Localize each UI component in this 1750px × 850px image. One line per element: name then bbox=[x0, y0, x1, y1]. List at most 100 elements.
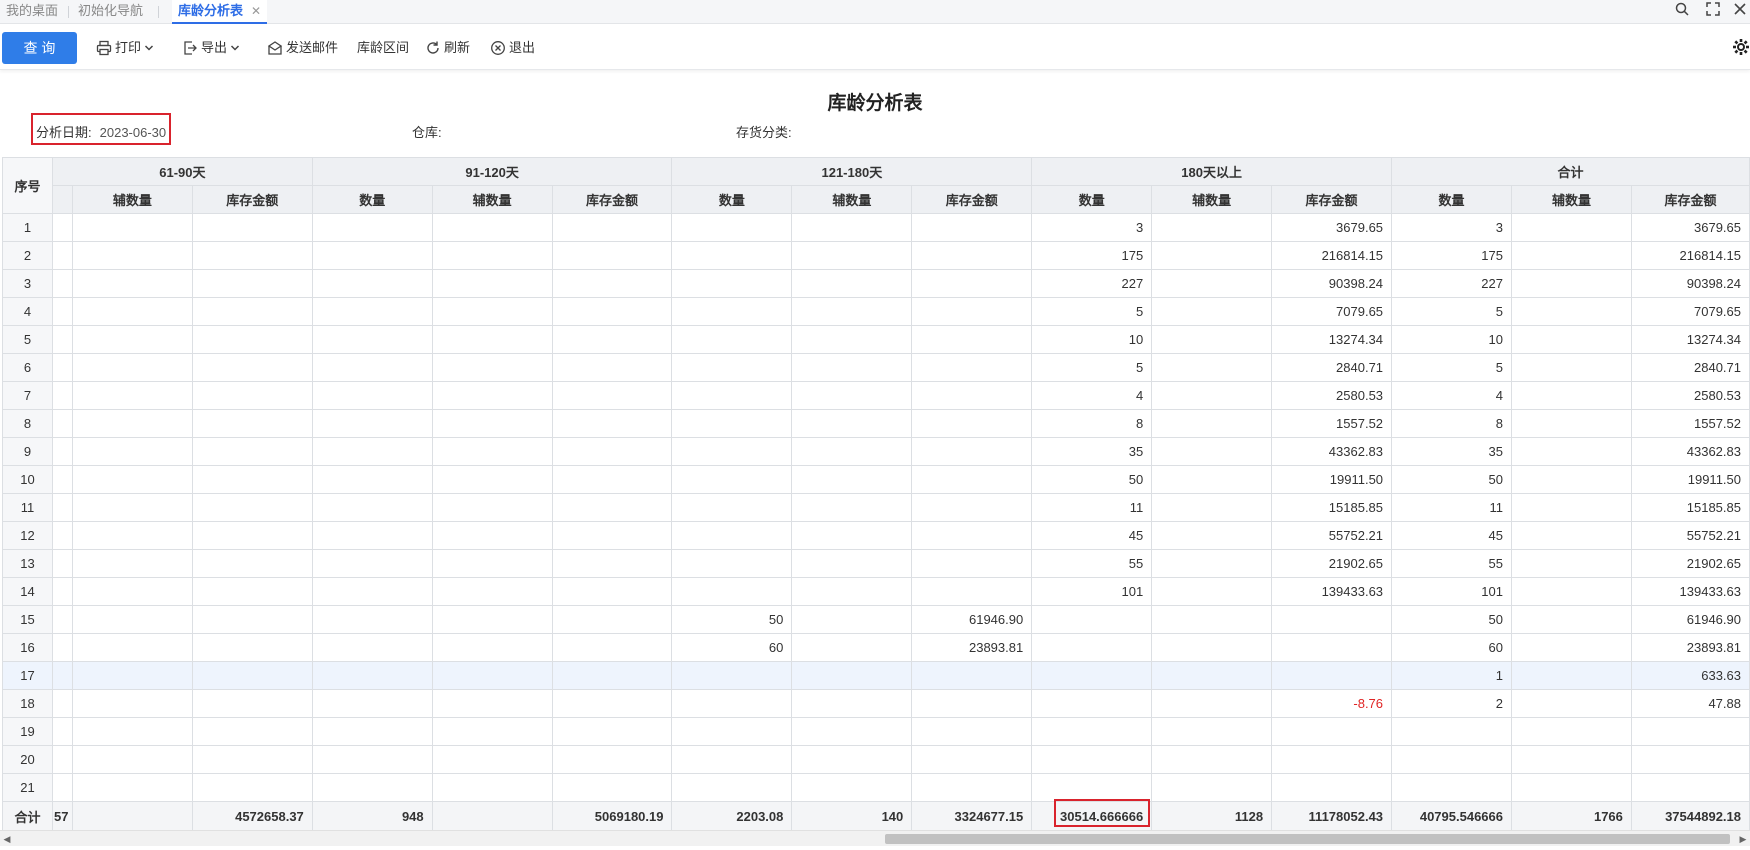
table-cell[interactable] bbox=[1511, 605, 1632, 634]
table-cell[interactable] bbox=[1151, 661, 1273, 690]
table-cell[interactable] bbox=[191, 409, 313, 438]
table-cell[interactable] bbox=[191, 493, 313, 522]
table-cell[interactable] bbox=[791, 717, 913, 746]
column-header[interactable]: 数量 bbox=[1031, 185, 1153, 214]
table-cell[interactable] bbox=[671, 661, 793, 690]
column-header[interactable]: 辅数量 bbox=[1511, 185, 1632, 214]
table-cell[interactable] bbox=[671, 297, 793, 326]
table-cell[interactable] bbox=[431, 213, 553, 242]
table-cell[interactable] bbox=[431, 633, 553, 662]
table-cell[interactable] bbox=[311, 577, 433, 606]
table-cell[interactable]: 216814.15 bbox=[1630, 241, 1750, 270]
table-cell[interactable] bbox=[551, 549, 673, 578]
table-cell[interactable] bbox=[1151, 549, 1273, 578]
table-row[interactable]: 16 60 23893.81 60 23893.81 bbox=[2, 633, 1750, 662]
table-cell[interactable] bbox=[911, 213, 1033, 242]
table-cell[interactable] bbox=[431, 521, 553, 550]
table-cell[interactable] bbox=[431, 325, 553, 354]
total-cell[interactable]: 3324677.15 bbox=[911, 801, 1033, 832]
table-cell[interactable] bbox=[671, 381, 793, 410]
table-cell[interactable]: 5 bbox=[1391, 297, 1512, 326]
table-cell[interactable] bbox=[1151, 717, 1273, 746]
total-cell[interactable]: 948 bbox=[311, 801, 433, 832]
table-cell[interactable] bbox=[311, 241, 433, 270]
table-cell[interactable] bbox=[191, 241, 313, 270]
table-cell[interactable]: 19911.50 bbox=[1630, 465, 1750, 494]
table-cell[interactable]: 227 bbox=[1031, 269, 1153, 298]
table-cell[interactable]: 45 bbox=[1031, 521, 1153, 550]
table-cell[interactable] bbox=[671, 269, 793, 298]
table-cell[interactable] bbox=[431, 661, 553, 690]
table-row[interactable]: 12 45 55752.21 45 55752.21 bbox=[2, 521, 1750, 550]
total-cell[interactable]: 1766 bbox=[1511, 801, 1632, 832]
table-cell[interactable]: 175 bbox=[1031, 241, 1153, 270]
table-cell[interactable]: 216814.15 bbox=[1271, 241, 1393, 270]
table-cell[interactable]: 2840.71 bbox=[1271, 353, 1393, 382]
table-cell[interactable] bbox=[71, 661, 193, 690]
table-cell[interactable] bbox=[671, 409, 793, 438]
table-cell[interactable] bbox=[1151, 745, 1273, 774]
table-cell[interactable] bbox=[791, 241, 913, 270]
table-cell[interactable] bbox=[551, 213, 673, 242]
table-cell[interactable] bbox=[191, 437, 313, 466]
table-cell[interactable] bbox=[1511, 325, 1632, 354]
tab-my-desktop[interactable]: 我的桌面 bbox=[0, 0, 64, 24]
table-cell[interactable]: 43362.83 bbox=[1630, 437, 1750, 466]
table-cell[interactable]: 90398.24 bbox=[1271, 269, 1393, 298]
table-cell[interactable] bbox=[71, 493, 193, 522]
table-cell[interactable] bbox=[71, 409, 193, 438]
table-cell[interactable] bbox=[191, 353, 313, 382]
table-row[interactable]: 7 4 2580.53 4 2580.53 bbox=[2, 381, 1750, 410]
table-cell[interactable] bbox=[71, 773, 193, 802]
table-cell[interactable] bbox=[1271, 661, 1393, 690]
table-cell[interactable] bbox=[791, 661, 913, 690]
column-header[interactable]: 库存金额 bbox=[551, 185, 673, 214]
table-cell[interactable] bbox=[1630, 773, 1750, 802]
table-cell[interactable] bbox=[191, 577, 313, 606]
tab-stock-age-report[interactable]: 库龄分析表 ✕ bbox=[172, 0, 268, 24]
total-cell[interactable] bbox=[431, 801, 553, 832]
table-cell[interactable] bbox=[191, 661, 313, 690]
table-cell[interactable]: 1557.52 bbox=[1630, 409, 1750, 438]
table-cell[interactable]: 5 bbox=[1031, 353, 1153, 382]
table-cell[interactable] bbox=[311, 717, 433, 746]
table-cell[interactable] bbox=[191, 605, 313, 634]
table-cell[interactable] bbox=[1511, 353, 1632, 382]
table-cell[interactable] bbox=[1630, 717, 1750, 746]
table-cell[interactable] bbox=[911, 745, 1033, 774]
table-cell[interactable] bbox=[671, 353, 793, 382]
query-button[interactable]: 查 询 bbox=[2, 32, 77, 64]
table-cell[interactable]: 227 bbox=[1391, 269, 1512, 298]
table-cell[interactable] bbox=[71, 381, 193, 410]
table-cell[interactable] bbox=[1031, 745, 1153, 774]
table-cell[interactable] bbox=[71, 605, 193, 634]
table-cell[interactable] bbox=[1271, 717, 1393, 746]
table-cell[interactable]: 35 bbox=[1391, 437, 1512, 466]
table-cell[interactable] bbox=[1151, 269, 1273, 298]
table-cell[interactable] bbox=[71, 689, 193, 718]
table-cell[interactable] bbox=[191, 213, 313, 242]
table-cell[interactable] bbox=[1511, 297, 1632, 326]
table-cell[interactable]: 55 bbox=[1031, 549, 1153, 578]
table-cell[interactable] bbox=[551, 381, 673, 410]
table-cell[interactable] bbox=[431, 297, 553, 326]
table-cell[interactable]: 35 bbox=[1031, 437, 1153, 466]
table-cell[interactable] bbox=[551, 773, 673, 802]
table-cell[interactable] bbox=[311, 521, 433, 550]
column-header[interactable]: 辅数量 bbox=[431, 185, 553, 214]
scroll-right-icon[interactable]: ▶ bbox=[1736, 831, 1750, 847]
table-cell[interactable] bbox=[1511, 577, 1632, 606]
table-cell[interactable]: 19911.50 bbox=[1271, 465, 1393, 494]
table-cell[interactable] bbox=[71, 241, 193, 270]
table-cell[interactable] bbox=[191, 689, 313, 718]
table-cell[interactable] bbox=[911, 717, 1033, 746]
table-cell[interactable] bbox=[311, 465, 433, 494]
table-cell[interactable] bbox=[1031, 661, 1153, 690]
table-cell[interactable] bbox=[911, 325, 1033, 354]
table-cell[interactable]: 4 bbox=[1031, 381, 1153, 410]
table-cell[interactable] bbox=[311, 213, 433, 242]
table-cell[interactable] bbox=[1511, 493, 1632, 522]
horizontal-scrollbar[interactable]: ◀ ▶ bbox=[0, 830, 1750, 846]
table-cell[interactable]: 5 bbox=[1031, 297, 1153, 326]
table-cell[interactable]: 2 bbox=[1391, 689, 1512, 718]
